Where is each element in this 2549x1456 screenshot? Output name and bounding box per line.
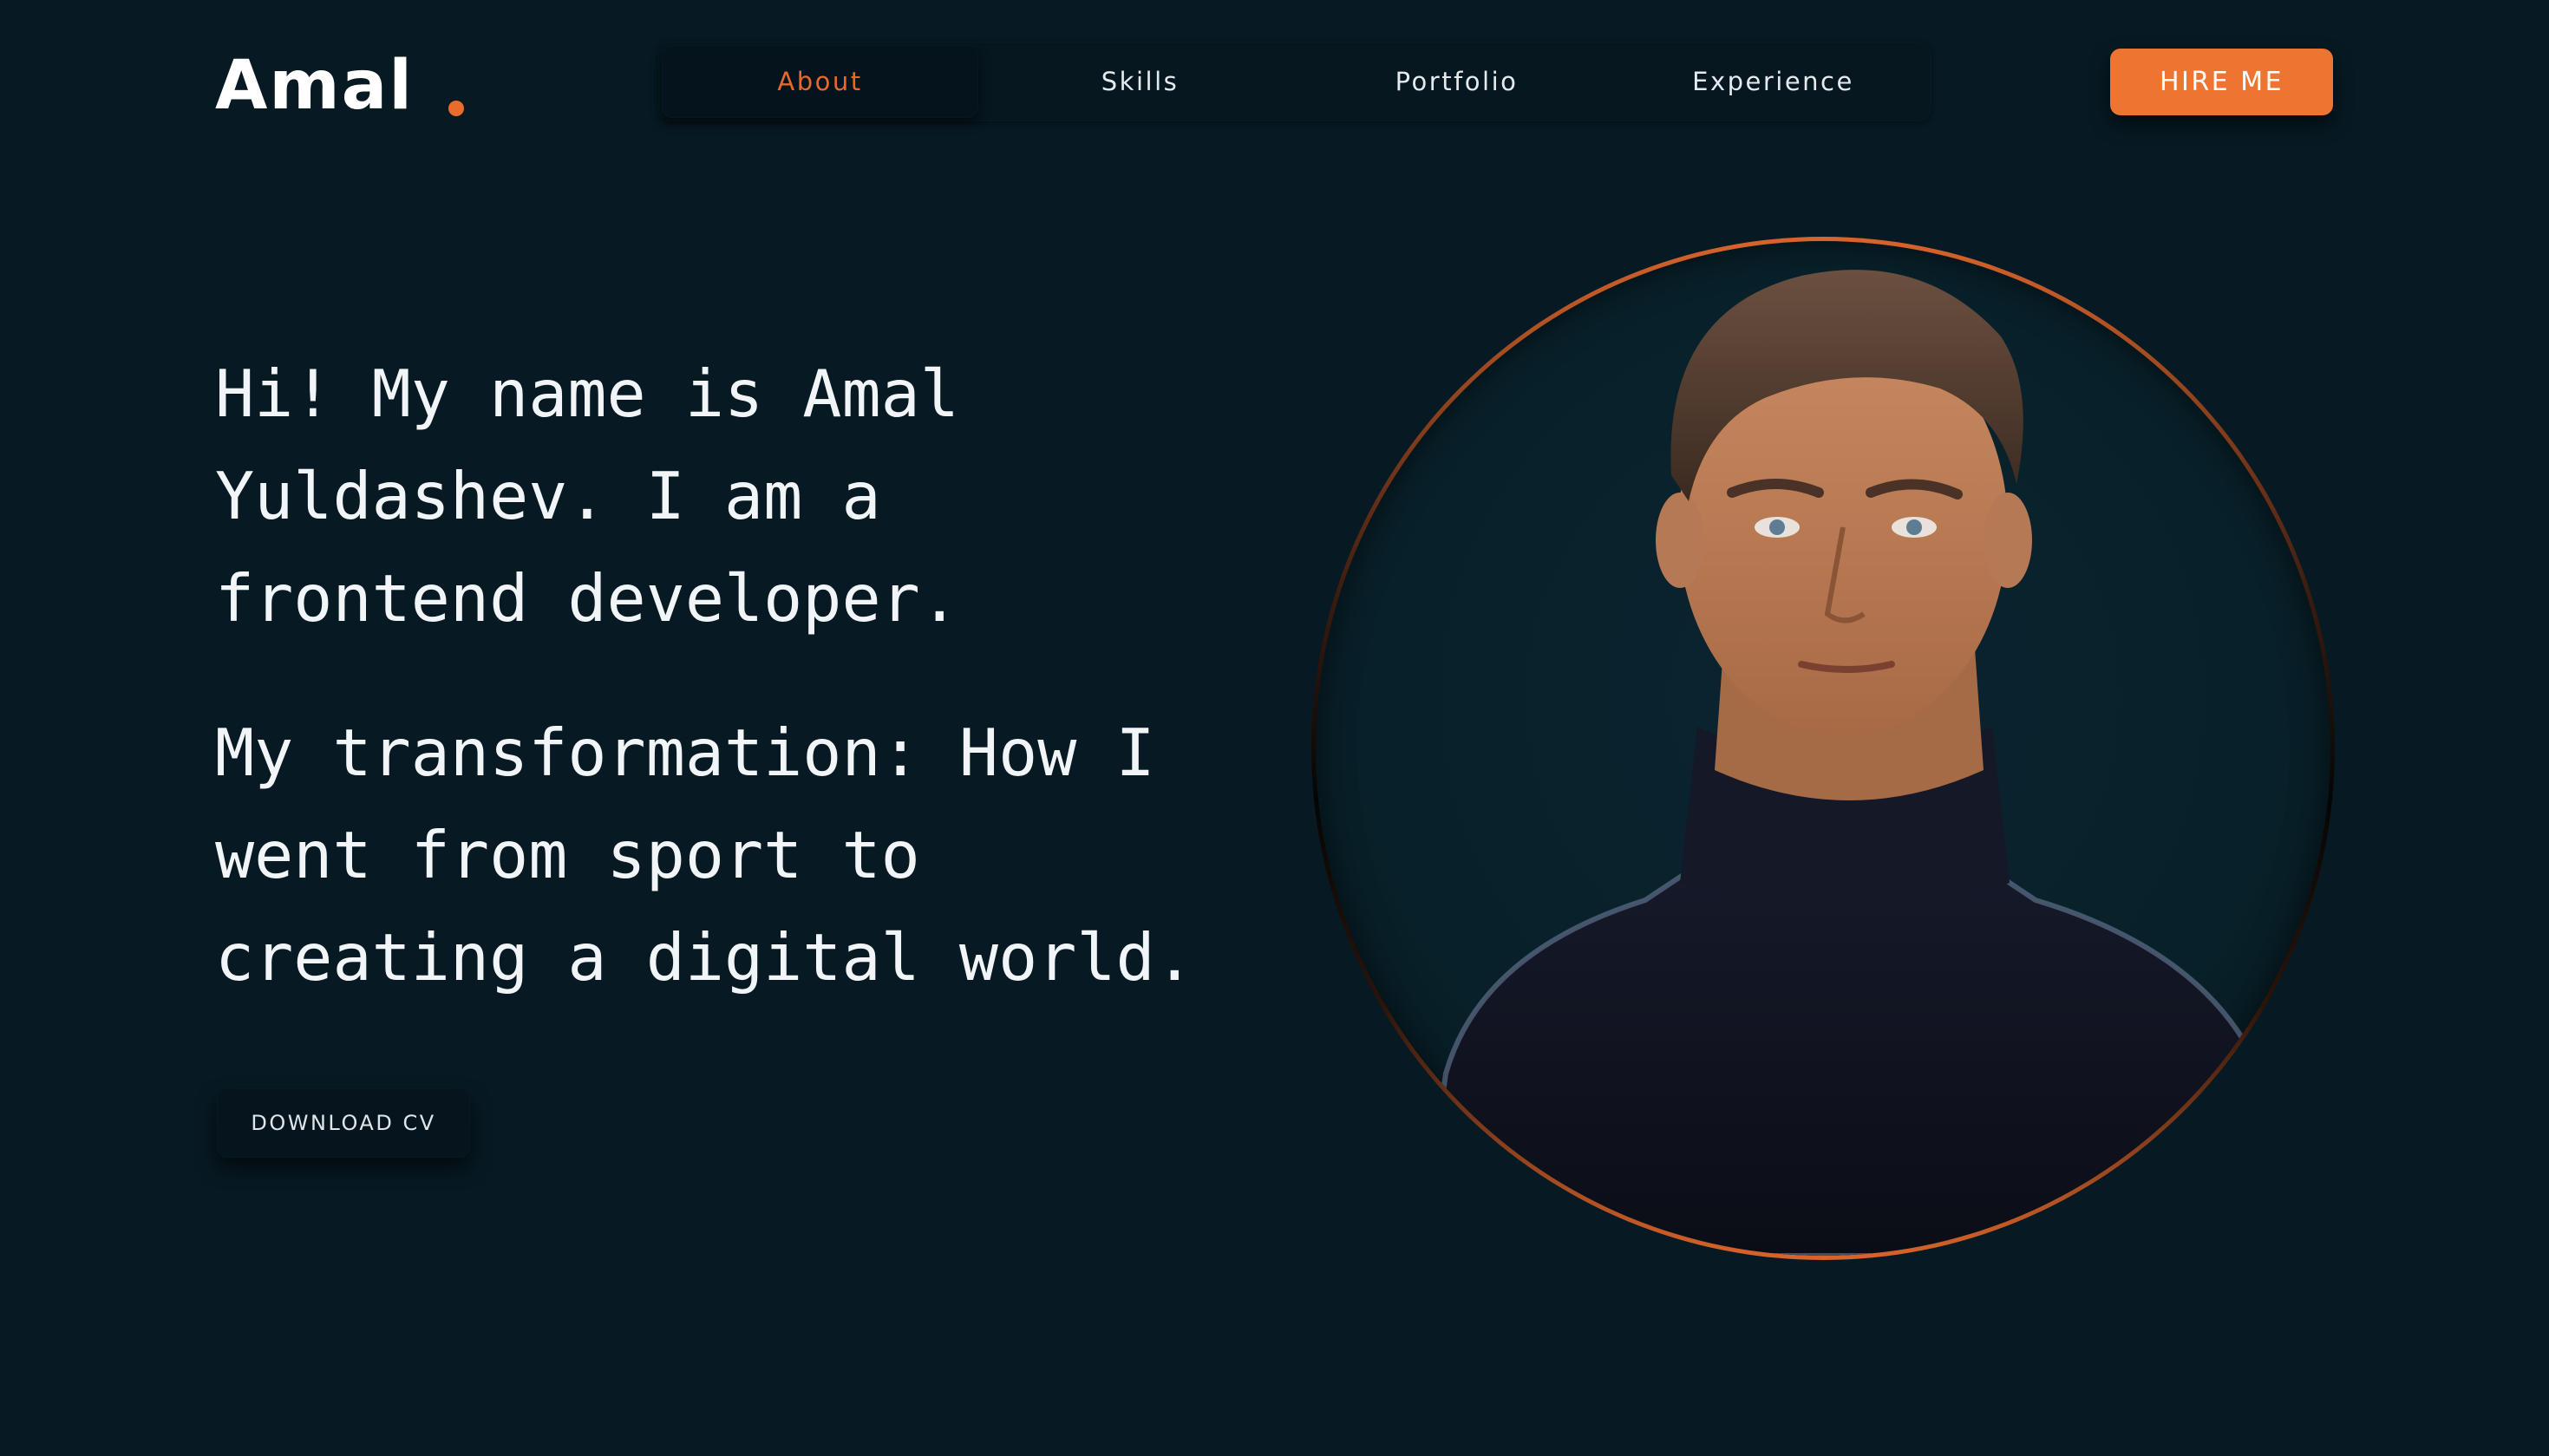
hero-story: My transformation: How I went from sport… bbox=[215, 715, 1194, 996]
download-cv-button[interactable]: DOWNLOAD CV bbox=[217, 1088, 470, 1158]
portrait-frame bbox=[1311, 237, 2335, 1260]
nav-item-about[interactable]: About bbox=[662, 45, 978, 118]
logo[interactable]: Amal bbox=[215, 45, 465, 125]
person-portrait-icon bbox=[1416, 270, 2291, 1256]
main-nav: About Skills Portfolio Experience bbox=[658, 42, 1931, 121]
hire-me-button[interactable]: HIRE ME bbox=[2110, 49, 2333, 115]
portrait-photo bbox=[1316, 241, 2330, 1256]
logo-text: Amal bbox=[215, 47, 415, 125]
nav-item-portfolio[interactable]: Portfolio bbox=[1298, 42, 1615, 121]
nav-item-skills[interactable]: Skills bbox=[982, 42, 1298, 121]
hero-text: Hi! My name is Amal Yuldashev. I am a fr… bbox=[215, 343, 1256, 1009]
nav-item-experience[interactable]: Experience bbox=[1615, 42, 1931, 121]
logo-dot-icon bbox=[448, 101, 465, 116]
hero-intro: Hi! My name is Amal Yuldashev. I am a fr… bbox=[215, 356, 959, 637]
